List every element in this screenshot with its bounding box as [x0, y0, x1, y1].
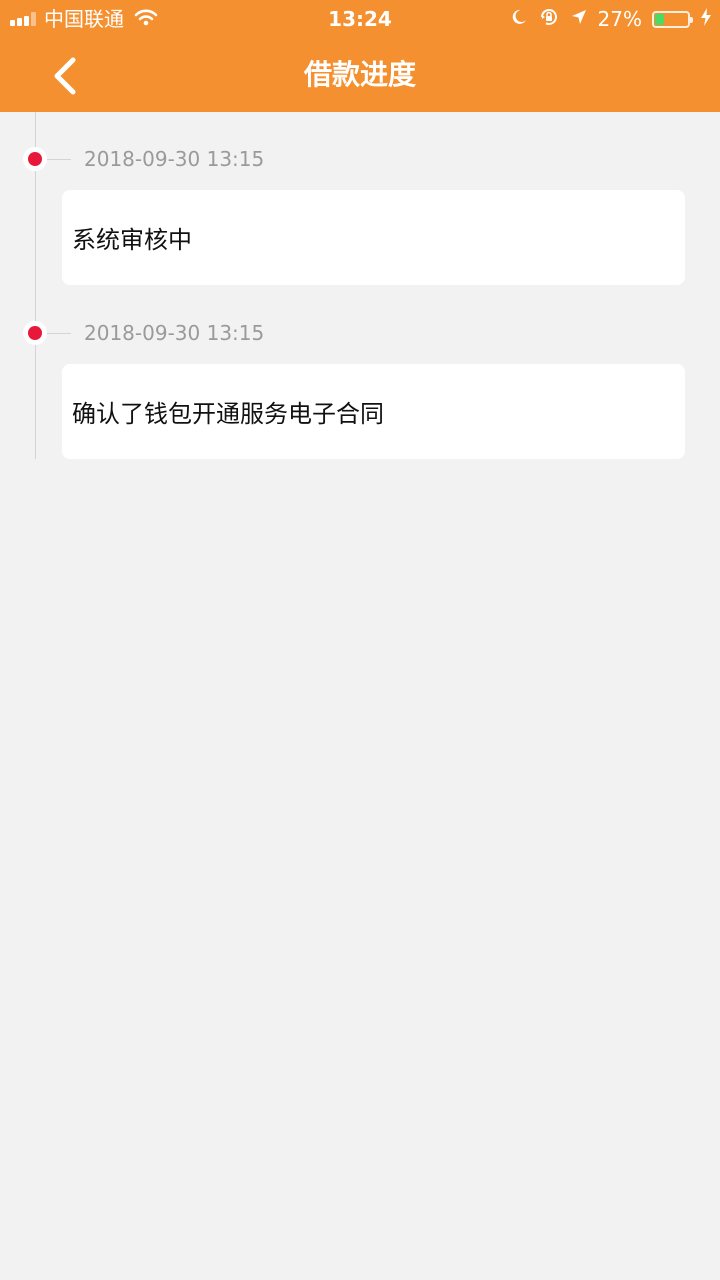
charging-bolt-icon [700, 7, 712, 31]
location-arrow-icon [570, 8, 588, 30]
loan-progress-timeline: 2018-09-30 13:15 系统审核中 2018-09-30 13:15 … [0, 112, 720, 460]
timeline-item-time: 2018-09-30 13:15 [84, 147, 265, 171]
nav-bar: 借款进度 [0, 40, 720, 112]
status-left: 中国联通 [10, 6, 158, 32]
timeline-item-card: 系统审核中 [62, 190, 685, 285]
signal-icon [10, 12, 36, 26]
wifi-icon [134, 8, 158, 30]
timeline-tick [47, 333, 71, 334]
timeline-tick [47, 159, 71, 160]
carrier-name: 中国联通 [44, 7, 124, 31]
page-title: 借款进度 [303, 58, 416, 91]
timeline-item: 2018-09-30 13:15 确认了钱包开通服务电子合同 [0, 286, 720, 460]
battery-level [655, 13, 664, 25]
timeline-item-text: 确认了钱包开通服务电子合同 [72, 400, 384, 428]
status-right: 27% [510, 6, 712, 32]
orientation-lock-icon [538, 6, 560, 32]
battery-percent: 27% [597, 7, 642, 31]
moon-icon [510, 8, 528, 30]
timeline-item-text: 系统审核中 [72, 226, 192, 254]
status-bar: 中国联通 13:24 27% [0, 0, 720, 40]
timeline-item-time: 2018-09-30 13:15 [84, 321, 265, 345]
chevron-left-icon [54, 57, 76, 95]
battery-icon [652, 10, 693, 28]
status-dot-icon [23, 321, 47, 345]
back-button[interactable] [40, 50, 92, 102]
timeline-item: 2018-09-30 13:15 系统审核中 [0, 112, 720, 286]
timeline-item-card: 确认了钱包开通服务电子合同 [62, 364, 685, 459]
top-bar: 中国联通 13:24 27% 借款进度 [0, 0, 720, 112]
status-dot-icon [23, 147, 47, 171]
